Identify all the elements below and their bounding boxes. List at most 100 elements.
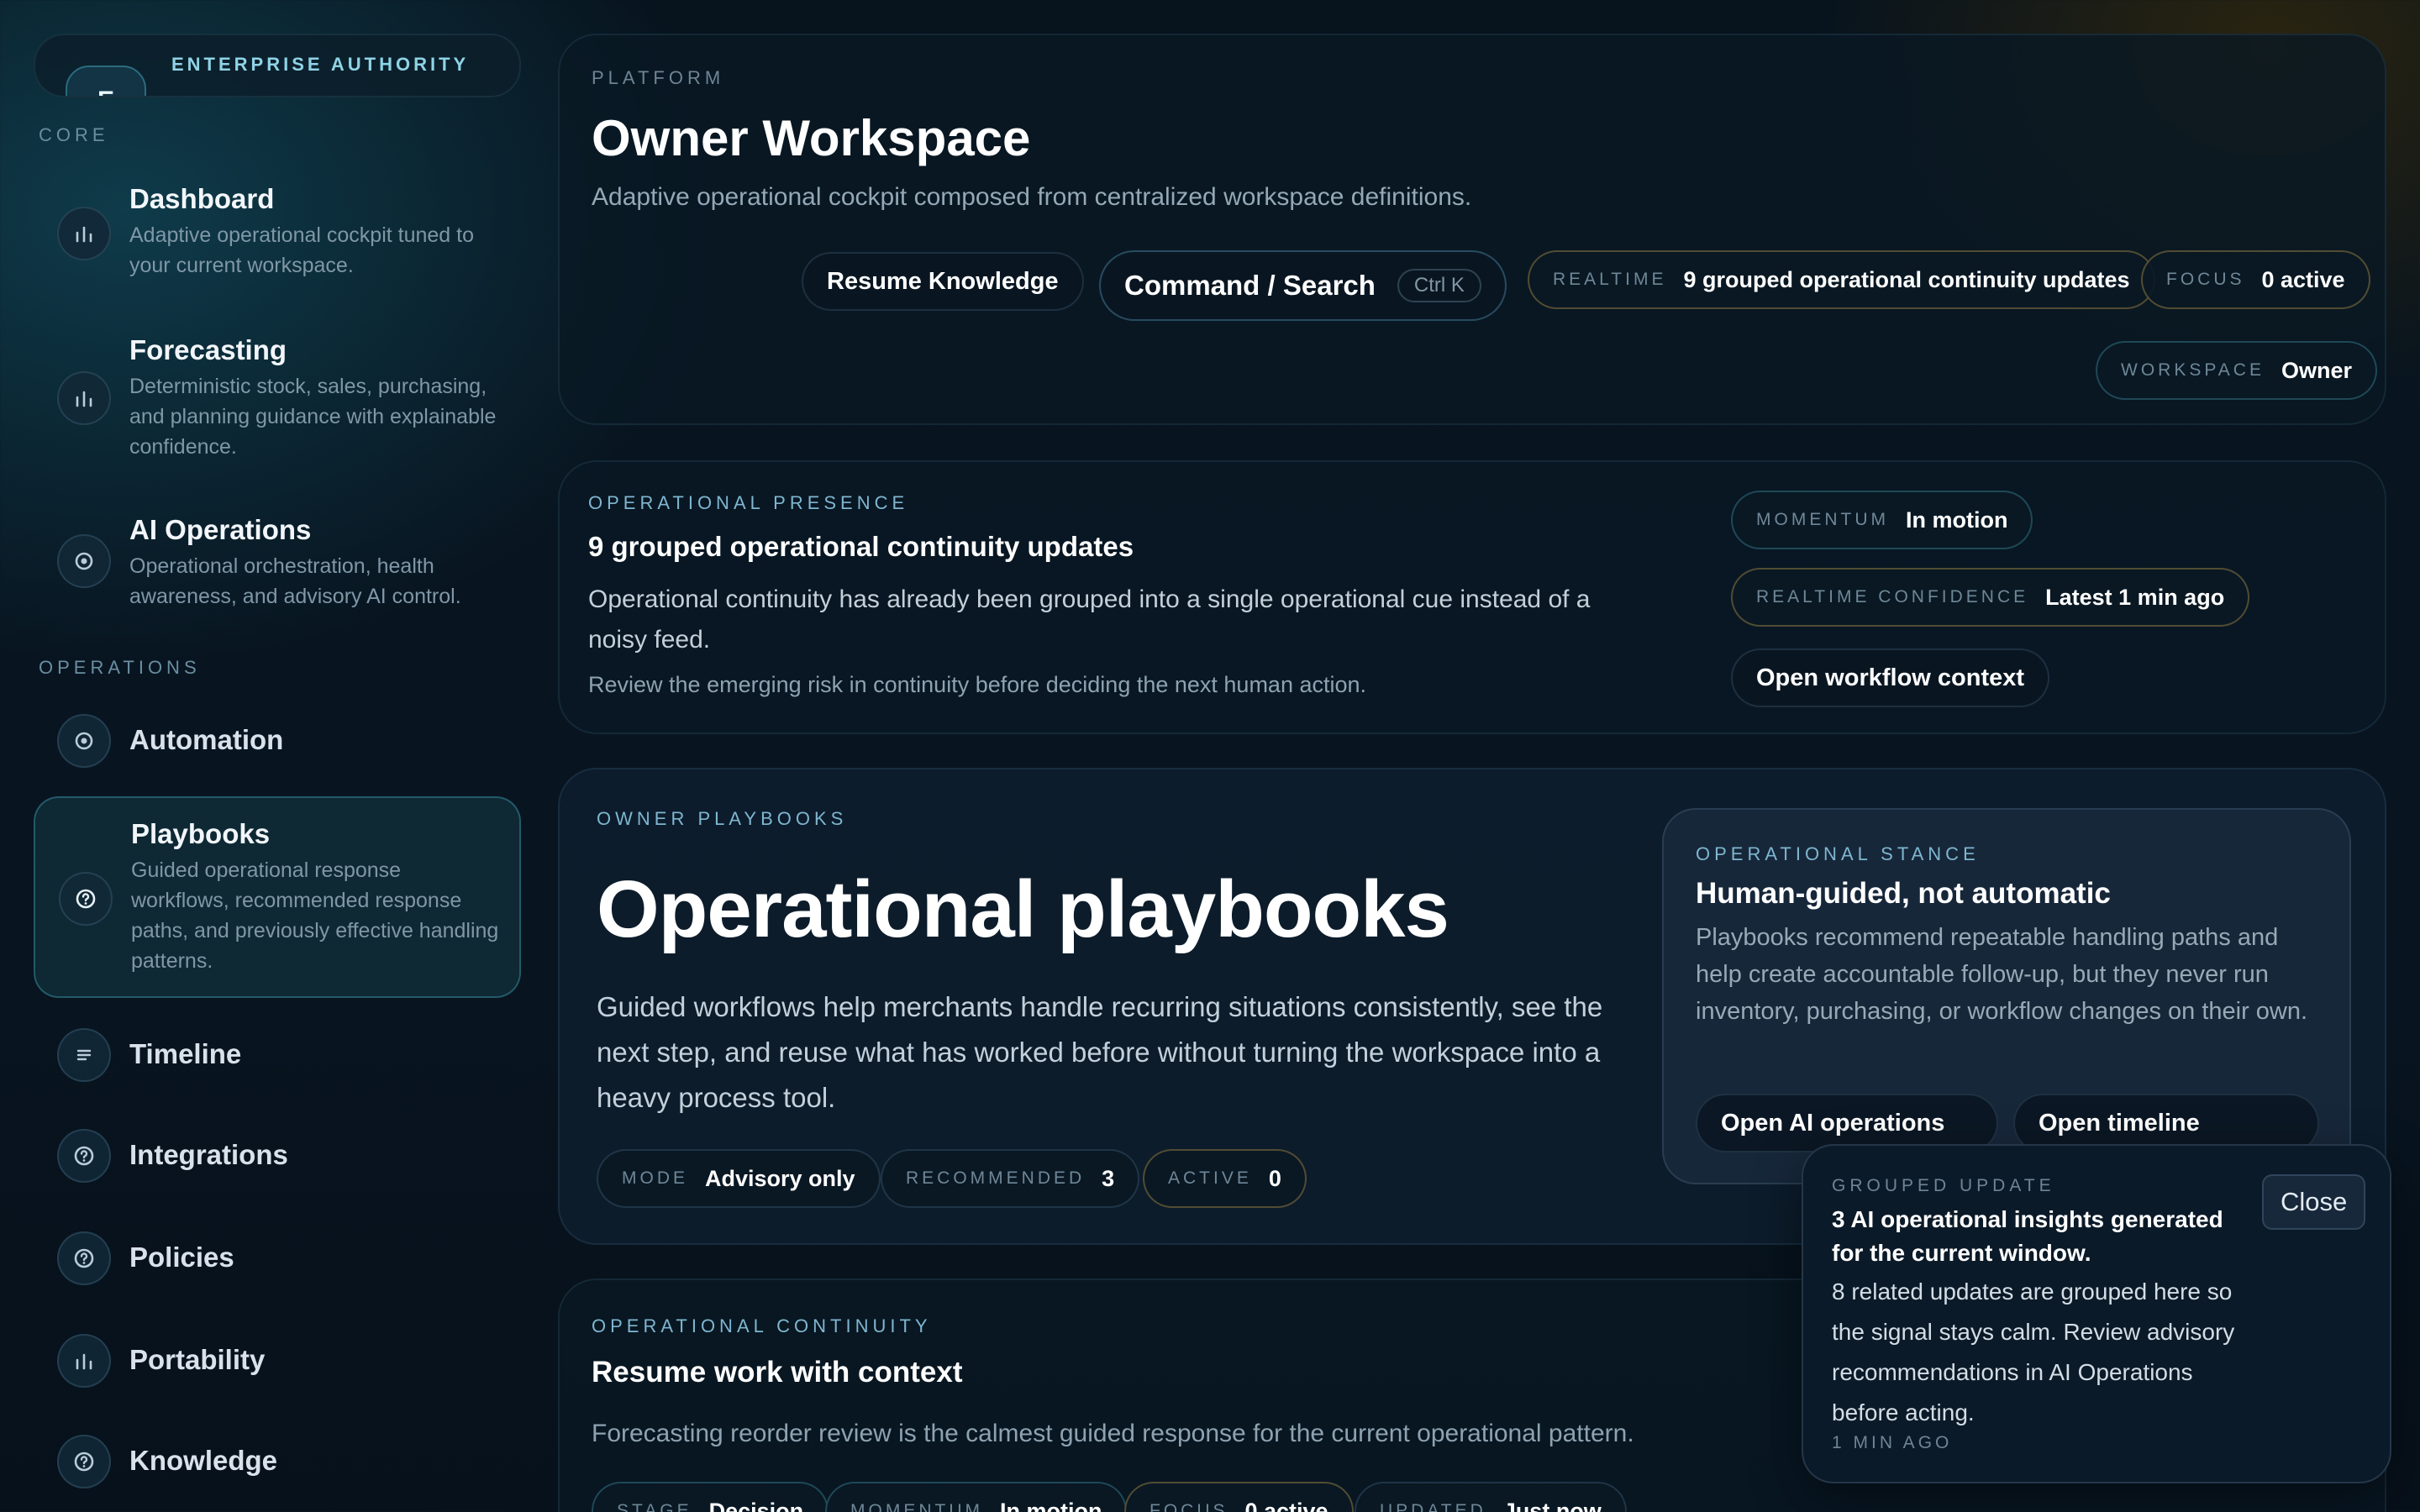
sidebar-item-forecasting[interactable]: Forecasting Deterministic stock, sales, … xyxy=(34,323,521,474)
workspace-header: PLATFORM Owner Workspace Adaptive operat… xyxy=(558,34,2386,425)
sidebar-item-timeline[interactable]: Timeline xyxy=(34,1025,521,1085)
page-subtitle: Adaptive operational cockpit composed fr… xyxy=(592,183,1472,211)
help-icon xyxy=(59,872,113,926)
command-search-button[interactable]: Command / Search Ctrl K xyxy=(1099,250,1507,321)
workspace-key: WORKSPACE xyxy=(2121,360,2265,380)
sidebar-item-dashboard[interactable]: Dashboard Adaptive operational cockpit t… xyxy=(34,171,521,297)
toast-time: 1 MIN AGO xyxy=(1832,1433,1953,1452)
focus-pill: FOCUS 0 active xyxy=(2141,250,2370,309)
presence-title: 9 grouped operational continuity updates xyxy=(588,531,1134,562)
list-icon xyxy=(57,1028,111,1082)
stage-value: Decision xyxy=(708,1498,804,1512)
sidebar-item-ai-operations[interactable]: AI Operations Operational orchestration,… xyxy=(34,502,521,620)
active-key: ACTIVE xyxy=(1168,1168,1252,1188)
sidebar-item-desc: Guided operational response workflows, r… xyxy=(131,858,499,973)
continuity-focus-value: 0 active xyxy=(1244,1498,1328,1512)
operational-presence-card: OPERATIONAL PRESENCE 9 grouped operation… xyxy=(558,460,2386,734)
section-label-core: CORE xyxy=(39,124,109,145)
confidence-key: REALTIME CONFIDENCE xyxy=(1756,587,2029,606)
recommended-pill: RECOMMENDED 3 xyxy=(881,1149,1140,1208)
stage-key: STAGE xyxy=(617,1501,692,1512)
playbooks-eyebrow: OWNER PLAYBOOKS xyxy=(597,808,848,829)
focus-value: 0 active xyxy=(2261,266,2345,292)
sidebar-item-label: Integrations xyxy=(129,1139,288,1170)
help-icon xyxy=(57,1435,111,1488)
header-eyebrow: PLATFORM xyxy=(592,67,725,88)
keyboard-shortcut: Ctrl K xyxy=(1397,269,1481,302)
realtime-value: 9 grouped operational continuity updates xyxy=(1683,266,2130,292)
mode-pill: MODE Advisory only xyxy=(597,1149,881,1208)
momentum-key: MOMENTUM xyxy=(1756,510,1889,529)
stance-title: Human-guided, not automatic xyxy=(1696,877,2111,910)
momentum-value: In motion xyxy=(1905,507,2008,533)
section-label-operations: OPERATIONS xyxy=(39,657,201,678)
confidence-pill: REALTIME CONFIDENCE Latest 1 min ago xyxy=(1731,568,2250,627)
toast-body: 8 related updates are grouped here so th… xyxy=(1832,1278,2235,1425)
command-search-label: Command / Search xyxy=(1124,270,1376,301)
bar-chart-icon xyxy=(57,1334,111,1388)
open-workflow-context-button[interactable]: Open workflow context xyxy=(1731,648,2050,707)
playbooks-title: Operational playbooks xyxy=(597,864,1449,954)
brand-logo: E xyxy=(66,66,146,96)
sidebar-item-policies[interactable]: Policies xyxy=(34,1228,521,1289)
continuity-eyebrow: OPERATIONAL CONTINUITY xyxy=(592,1315,932,1336)
playbooks-body: Guided workflows help merchants handle r… xyxy=(597,991,1603,1113)
mode-value: Advisory only xyxy=(705,1165,855,1191)
sidebar-item-label: Portability xyxy=(129,1344,266,1375)
toast-title: 3 AI operational insights generated for … xyxy=(1832,1206,2223,1266)
sidebar-item-playbooks[interactable]: Playbooks Guided operational response wo… xyxy=(34,796,521,998)
continuity-momentum-pill: MOMENTUM In motion xyxy=(825,1482,1128,1512)
presence-eyebrow: OPERATIONAL PRESENCE xyxy=(588,492,909,513)
active-pill: ACTIVE 0 xyxy=(1143,1149,1307,1208)
workspace-pill[interactable]: WORKSPACE Owner xyxy=(2096,341,2377,400)
realtime-key: REALTIME xyxy=(1553,270,1667,289)
target-icon xyxy=(57,534,111,588)
sidebar-item-automation[interactable]: Automation xyxy=(34,711,521,771)
toast-eyebrow: GROUPED UPDATE xyxy=(1832,1176,2055,1195)
continuity-title: Resume work with context xyxy=(592,1356,963,1389)
sidebar-item-label: Playbooks xyxy=(131,818,271,849)
sidebar-item-label: Dashboard xyxy=(129,183,275,214)
continuity-body: Forecasting reorder review is the calmes… xyxy=(592,1420,1634,1447)
page-title: Owner Workspace xyxy=(592,110,1031,166)
sidebar: E ENTERPRISE AUTHORITY CORE Dashboard Ad… xyxy=(0,0,538,1512)
recommended-key: RECOMMENDED xyxy=(906,1168,1086,1188)
help-icon xyxy=(57,1231,111,1285)
sidebar-item-desc: Operational orchestration, health awaren… xyxy=(129,554,461,608)
continuity-momentum-value: In motion xyxy=(999,1498,1102,1512)
continuity-focus-pill: FOCUS 0 active xyxy=(1124,1482,1354,1512)
sidebar-item-knowledge[interactable]: Knowledge xyxy=(34,1431,521,1492)
sidebar-item-label: Automation xyxy=(129,724,284,755)
sidebar-item-desc: Deterministic stock, sales, purchasing, … xyxy=(129,375,497,459)
updated-pill: UPDATED Just now xyxy=(1355,1482,1627,1512)
active-value: 0 xyxy=(1268,1165,1281,1191)
sidebar-item-desc: Adaptive operational cockpit tuned to yo… xyxy=(129,223,474,277)
bar-chart-icon xyxy=(57,371,111,425)
help-icon xyxy=(57,1129,111,1183)
presence-body: Operational continuity has already been … xyxy=(588,585,1591,654)
sidebar-item-integrations[interactable]: Integrations xyxy=(34,1126,521,1186)
confidence-value: Latest 1 min ago xyxy=(2045,584,2225,610)
updated-value: Just now xyxy=(1502,1498,1602,1512)
sidebar-item-label: Forecasting xyxy=(129,334,287,365)
sidebar-item-label: AI Operations xyxy=(129,514,312,545)
realtime-pill: REALTIME 9 grouped operational continuit… xyxy=(1528,250,2155,309)
resume-knowledge-button[interactable]: Resume Knowledge xyxy=(802,252,1084,311)
stance-body: Playbooks recommend repeatable handling … xyxy=(1696,924,2308,1025)
target-icon xyxy=(57,714,111,768)
sidebar-item-label: Knowledge xyxy=(129,1445,278,1476)
presence-note: Review the emerging risk in continuity b… xyxy=(588,672,1367,697)
updated-key: UPDATED xyxy=(1380,1501,1486,1512)
grouped-update-toast: GROUPED UPDATE 3 AI operational insights… xyxy=(1802,1144,2391,1483)
brand-header[interactable]: E ENTERPRISE AUTHORITY xyxy=(34,34,521,97)
continuity-momentum-key: MOMENTUM xyxy=(850,1501,983,1512)
focus-key: FOCUS xyxy=(2166,270,2245,289)
workspace-value: Owner xyxy=(2281,357,2352,383)
stage-pill: STAGE Decision xyxy=(592,1482,829,1512)
continuity-focus-key: FOCUS xyxy=(1150,1501,1228,1512)
mode-key: MODE xyxy=(622,1168,688,1188)
sidebar-item-label: Policies xyxy=(129,1242,234,1273)
sidebar-item-portability[interactable]: Portability xyxy=(34,1331,521,1391)
toast-close-button[interactable]: Close xyxy=(2262,1174,2366,1230)
stance-eyebrow: OPERATIONAL STANCE xyxy=(1696,843,1980,864)
